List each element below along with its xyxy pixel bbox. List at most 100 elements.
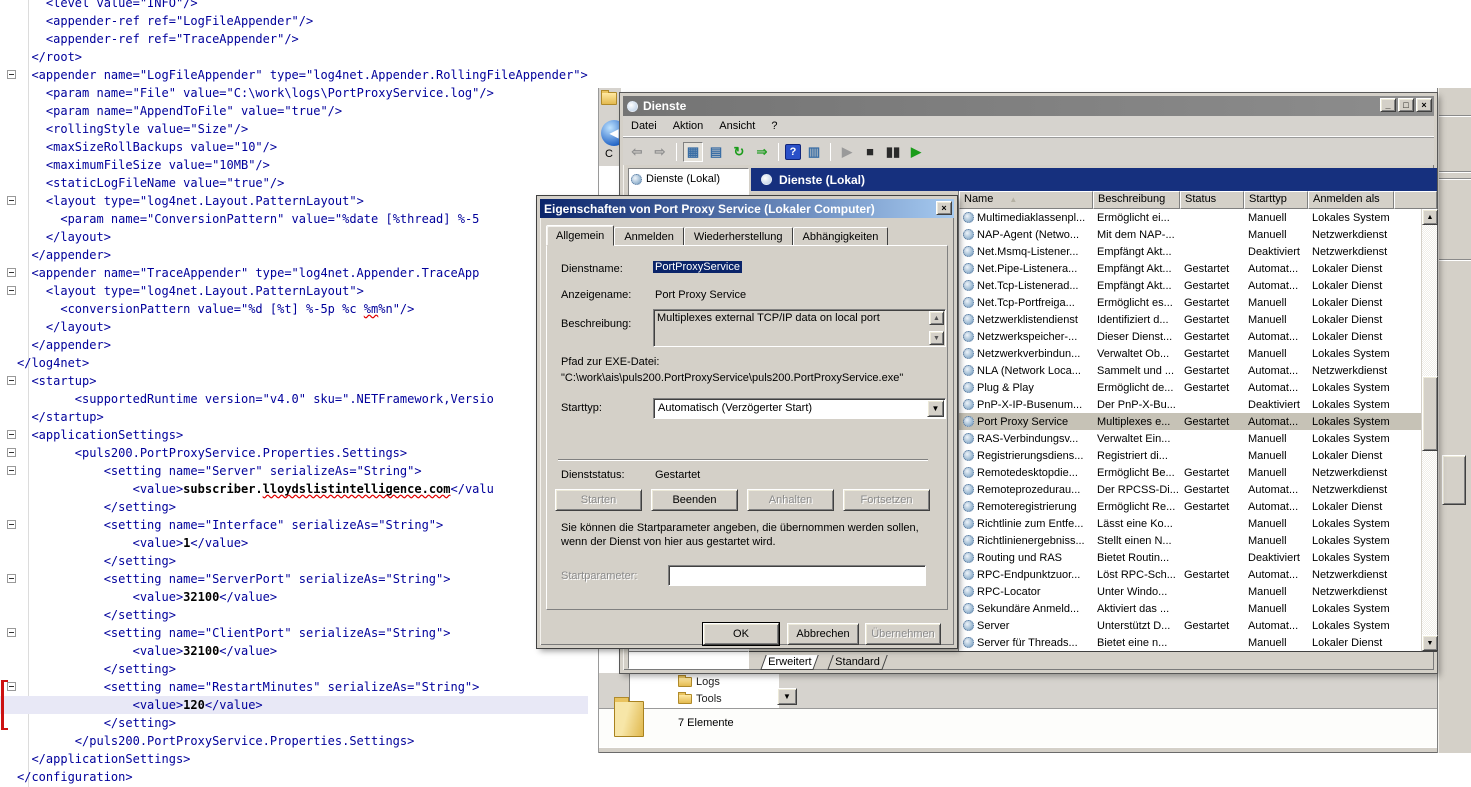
- scroll-down-button[interactable]: ▼: [1422, 635, 1438, 651]
- fold-toggle-icon[interactable]: [7, 430, 16, 439]
- service-row[interactable]: RPC-Endpunktzuor...Löst RPC-Sch...Gestar…: [959, 566, 1421, 583]
- column-header-name[interactable]: Name▲: [959, 191, 1093, 209]
- fold-toggle-icon[interactable]: [7, 376, 16, 385]
- fold-toggle-icon[interactable]: [7, 520, 16, 529]
- back-button[interactable]: ◀: [601, 120, 621, 146]
- service-row[interactable]: Net.Pipe-Listenera...Empfängt Akt...Gest…: [959, 260, 1421, 277]
- beenden-button[interactable]: Beenden: [651, 489, 738, 511]
- abbrechen-button[interactable]: Abbrechen: [787, 623, 859, 645]
- stop-service-icon[interactable]: ■: [860, 142, 880, 162]
- service-row[interactable]: Multimediaklassenpl...Ermöglicht ei...Ma…: [959, 209, 1421, 226]
- service-row[interactable]: Remoteprozedurau...Der RPCSS-Di...Gestar…: [959, 481, 1421, 498]
- service-row[interactable]: RAS-Verbindungsv...Verwaltet Ein...Manue…: [959, 430, 1421, 447]
- column-header-beschreibung[interactable]: Beschreibung: [1093, 191, 1180, 209]
- maximize-button[interactable]: □: [1398, 98, 1414, 112]
- export-list-icon[interactable]: ⇒: [752, 142, 772, 162]
- close-icon[interactable]: ×: [936, 201, 952, 215]
- refresh-icon[interactable]: ↻: [729, 142, 749, 162]
- pause-service-icon[interactable]: ▮▮: [883, 142, 903, 162]
- vertical-scrollbar[interactable]: ▲ ▼: [1421, 209, 1437, 651]
- service-row[interactable]: Net.Msmq-Listener...Empfängt Akt...Deakt…: [959, 243, 1421, 260]
- beschreibung-box[interactable]: Multiplexes external TCP/IP data on loca…: [653, 309, 946, 347]
- startparameter-input[interactable]: [668, 565, 926, 586]
- fold-toggle-icon[interactable]: [7, 448, 16, 457]
- service-row[interactable]: RemoteregistrierungErmöglicht Re...Gesta…: [959, 498, 1421, 515]
- show-tree-icon[interactable]: ▦: [683, 142, 703, 162]
- scroll-up-button[interactable]: ▲: [1422, 209, 1438, 225]
- dienstname-value[interactable]: PortProxyService: [653, 261, 742, 273]
- start-service-icon[interactable]: ▶: [837, 142, 857, 162]
- xml-code-editor[interactable]: <level value="INFO"/> <appender-ref ref=…: [0, 0, 600, 787]
- bernehmen-button[interactable]: Übernehmen: [865, 623, 941, 645]
- menu-item-[interactable]: ?: [763, 118, 785, 134]
- service-row[interactable]: Netzwerkspeicher-...Dieser Dienst...Gest…: [959, 328, 1421, 345]
- service-row[interactable]: Port Proxy ServiceMultiplexes e...Gestar…: [959, 413, 1421, 430]
- starten-button[interactable]: Starten: [555, 489, 642, 511]
- service-row[interactable]: NAP-Agent (Netwo...Mit dem NAP-...Manuel…: [959, 226, 1421, 243]
- services-title-bar[interactable]: Dienste _ □ ×: [623, 96, 1434, 116]
- minimize-button[interactable]: _: [1380, 98, 1396, 112]
- service-row[interactable]: Netzwerkverbindun...Verwaltet Ob...Gesta…: [959, 345, 1421, 362]
- column-header-starttyp[interactable]: Starttyp: [1244, 191, 1308, 209]
- column-header-anmeldenals[interactable]: Anmelden als: [1308, 191, 1394, 209]
- fold-toggle-icon[interactable]: [7, 574, 16, 583]
- help-icon[interactable]: ?: [785, 144, 801, 160]
- menu-item-datei[interactable]: Datei: [623, 118, 665, 134]
- folder-label[interactable]: Tools: [696, 693, 722, 705]
- folder-label[interactable]: Logs: [696, 676, 720, 688]
- service-row[interactable]: Richtlinie zum Entfe...Lässt eine Ko...M…: [959, 515, 1421, 532]
- service-row[interactable]: Net.Tcp-Listenerad...Empfängt Akt...Gest…: [959, 277, 1421, 294]
- explorer-file-list[interactable]: Logs Tools: [629, 673, 779, 708]
- properties-icon[interactable]: ▤: [706, 142, 726, 162]
- fortsetzen-button[interactable]: Fortsetzen: [843, 489, 930, 511]
- fold-toggle-icon[interactable]: [7, 70, 16, 79]
- fold-toggle-icon[interactable]: [7, 286, 16, 295]
- menu-bar[interactable]: DateiAktionAnsicht?: [623, 116, 1434, 137]
- service-row[interactable]: Plug & PlayErmöglicht de...GestartetAuto…: [959, 379, 1421, 396]
- service-row[interactable]: Registrierungsdiens...Registriert di...M…: [959, 447, 1421, 464]
- menu-item-ansicht[interactable]: Ansicht: [711, 118, 763, 134]
- services-rows[interactable]: Multimediaklassenpl...Ermöglicht ei...Ma…: [959, 209, 1421, 651]
- anhalten-button[interactable]: Anhalten: [747, 489, 834, 511]
- list-column-headers[interactable]: Name▲BeschreibungStatusStarttypAnmelden …: [959, 191, 1437, 209]
- service-row[interactable]: Net.Tcp-Portfreiga...Ermöglicht es...Ges…: [959, 294, 1421, 311]
- close-button[interactable]: ×: [1416, 98, 1432, 112]
- dialog-tab-abhngigkeiten[interactable]: Abhängigkeiten: [793, 227, 889, 246]
- dialog-tabs[interactable]: AllgemeinAnmeldenWiederherstellungAbhäng…: [546, 225, 888, 246]
- restart-service-icon[interactable]: ▶: [906, 142, 926, 162]
- fold-toggle-icon[interactable]: [7, 628, 16, 637]
- menu-item-aktion[interactable]: Aktion: [665, 118, 712, 134]
- fold-toggle-icon[interactable]: [7, 268, 16, 277]
- scroll-down-icon[interactable]: ▼: [929, 331, 944, 345]
- scrollbar-thumb[interactable]: [1442, 455, 1466, 505]
- dialog-title-bar[interactable]: Eigenschaften von Port Proxy Service (Lo…: [540, 199, 954, 218]
- properties-dialog[interactable]: Eigenschaften von Port Proxy Service (Lo…: [537, 196, 957, 648]
- dialog-tab-anmelden[interactable]: Anmelden: [614, 227, 684, 246]
- view-tabs[interactable]: Erweitert Standard: [749, 651, 1437, 671]
- view-tab-erweitert[interactable]: Erweitert: [760, 655, 819, 670]
- scrollbar-thumb[interactable]: [1422, 376, 1438, 451]
- service-row[interactable]: PnP-X-IP-Busenum...Der PnP-X-Bu...Deakti…: [959, 396, 1421, 413]
- ok-button[interactable]: OK: [703, 623, 779, 645]
- tree-item-dienste-lokal[interactable]: Dienste (Lokal): [629, 169, 748, 189]
- fold-toggle-icon[interactable]: [7, 466, 16, 475]
- scroll-up-icon[interactable]: ▲: [929, 311, 944, 325]
- dialog-tab-wiederherstellung[interactable]: Wiederherstellung: [684, 227, 793, 246]
- service-row[interactable]: ServerUnterstützt D...GestartetAutomat..…: [959, 617, 1421, 634]
- fold-toggle-icon[interactable]: [7, 682, 16, 691]
- service-row[interactable]: Routing und RASBietet Routin...Deaktivie…: [959, 549, 1421, 566]
- toolbar[interactable]: ⇦⇨▦▤↻⇒?▥▶■▮▮▶: [623, 137, 1434, 165]
- extended-view-icon[interactable]: ▥: [804, 142, 824, 162]
- starttyp-combobox[interactable]: Automatisch (Verzögerter Start) ▼: [653, 398, 946, 419]
- dialog-tab-allgemein[interactable]: Allgemein: [546, 225, 614, 246]
- service-row[interactable]: RPC-LocatorUnter Windo...ManuellNetzwerk…: [959, 583, 1421, 600]
- services-list[interactable]: Name▲BeschreibungStatusStarttypAnmelden …: [958, 191, 1437, 651]
- service-row[interactable]: Server für Threads...Bietet eine n...Man…: [959, 634, 1421, 651]
- service-row[interactable]: Remotedesktopdie...Ermöglicht Be...Gesta…: [959, 464, 1421, 481]
- fold-toggle-icon[interactable]: [7, 196, 16, 205]
- service-row[interactable]: NetzwerklistendienstIdentifiziert d...Ge…: [959, 311, 1421, 328]
- combo-dropdown-button[interactable]: ▼: [777, 688, 797, 705]
- back-icon[interactable]: ⇦: [627, 142, 647, 162]
- service-row[interactable]: Sekundäre Anmeld...Aktiviert das ...Manu…: [959, 600, 1421, 617]
- view-tab-standard[interactable]: Standard: [828, 655, 888, 670]
